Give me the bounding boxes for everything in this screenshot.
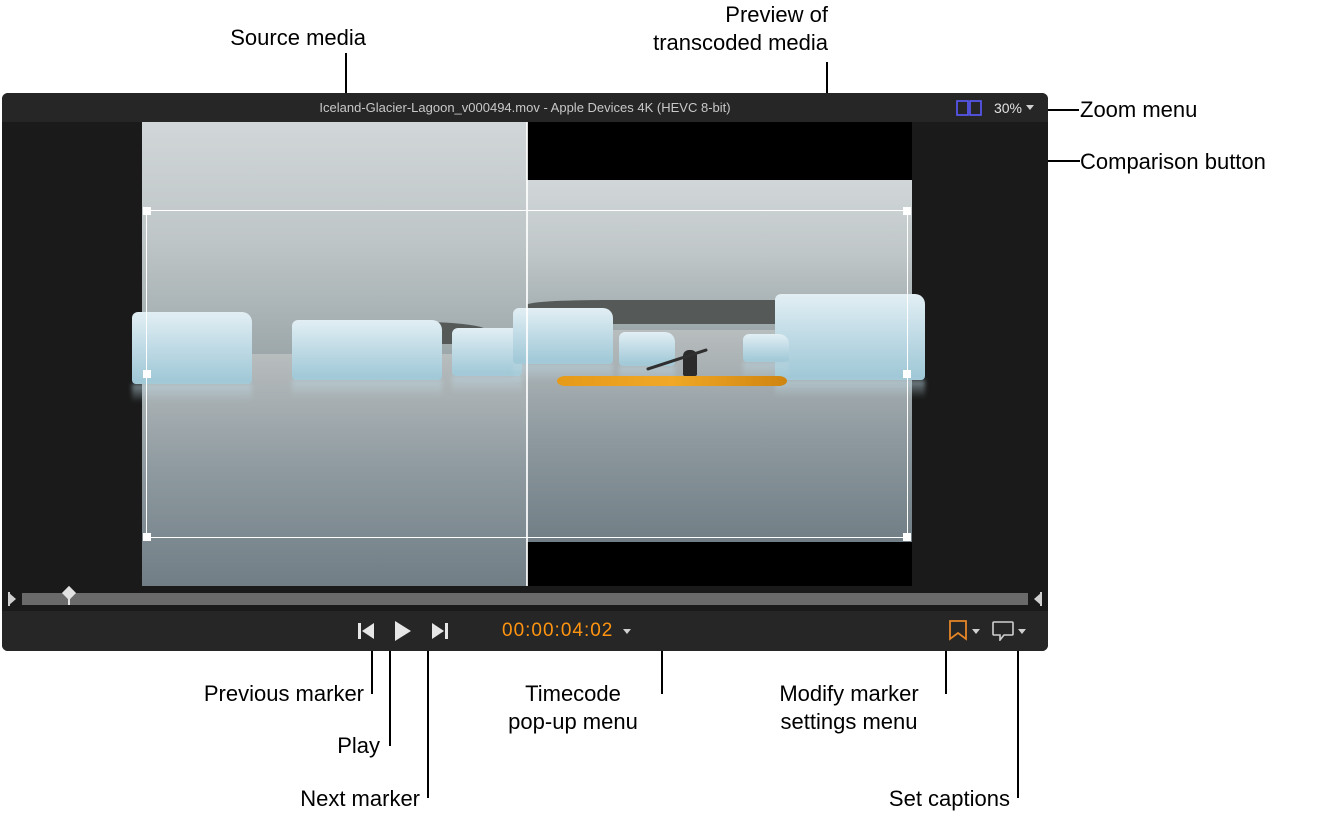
timecode-popup-chevron-icon[interactable] (623, 629, 631, 634)
in-point-icon[interactable] (8, 592, 18, 606)
modify-marker-menu[interactable] (948, 620, 980, 642)
titlebar-separator: - (540, 100, 551, 115)
out-point-icon[interactable] (1032, 592, 1042, 606)
label-play: Play (200, 732, 380, 760)
chevron-down-icon (972, 629, 980, 634)
label-comparison-button: Comparison button (1080, 148, 1266, 176)
next-marker-button[interactable] (430, 622, 448, 640)
chevron-down-icon (1026, 105, 1034, 110)
label-timecode-popup: Timecode pop-up menu (473, 680, 673, 735)
zoom-value: 30% (994, 100, 1022, 116)
titlebar: Iceland-Glacier-Lagoon_v000494.mov - App… (2, 93, 1048, 122)
preview-window: Iceland-Glacier-Lagoon_v000494.mov - App… (2, 93, 1048, 651)
zoom-menu[interactable]: 30% (994, 100, 1034, 116)
timecode-display[interactable]: 00:00:04:02 (502, 620, 613, 642)
play-button[interactable] (394, 621, 412, 641)
label-zoom-menu: Zoom menu (1080, 96, 1197, 124)
comparison-button[interactable] (956, 100, 982, 116)
set-captions-button[interactable] (992, 621, 1026, 641)
label-set-captions: Set captions (810, 785, 1010, 813)
chevron-down-icon (1018, 629, 1026, 634)
crop-frame[interactable] (146, 210, 908, 538)
label-modify-marker-menu: Modify marker settings menu (744, 680, 954, 735)
titlebar-preset: Apple Devices 4K (HEVC 8-bit) (551, 100, 731, 115)
label-source-media: Source media (156, 24, 366, 52)
label-next-marker: Next marker (200, 785, 420, 813)
playhead[interactable] (62, 585, 76, 599)
titlebar-filename: Iceland-Glacier-Lagoon_v000494.mov (319, 100, 539, 115)
preview-area (2, 122, 1048, 586)
titlebar-text: Iceland-Glacier-Lagoon_v000494.mov - App… (319, 100, 730, 115)
timeline[interactable] (2, 586, 1048, 611)
label-previous-marker: Previous marker (100, 680, 364, 708)
label-preview-transcoded: Preview of transcoded media (560, 1, 828, 56)
timeline-track[interactable] (22, 593, 1028, 605)
controls-bar: 00:00:04:02 (2, 611, 1048, 651)
previous-marker-button[interactable] (358, 622, 376, 640)
